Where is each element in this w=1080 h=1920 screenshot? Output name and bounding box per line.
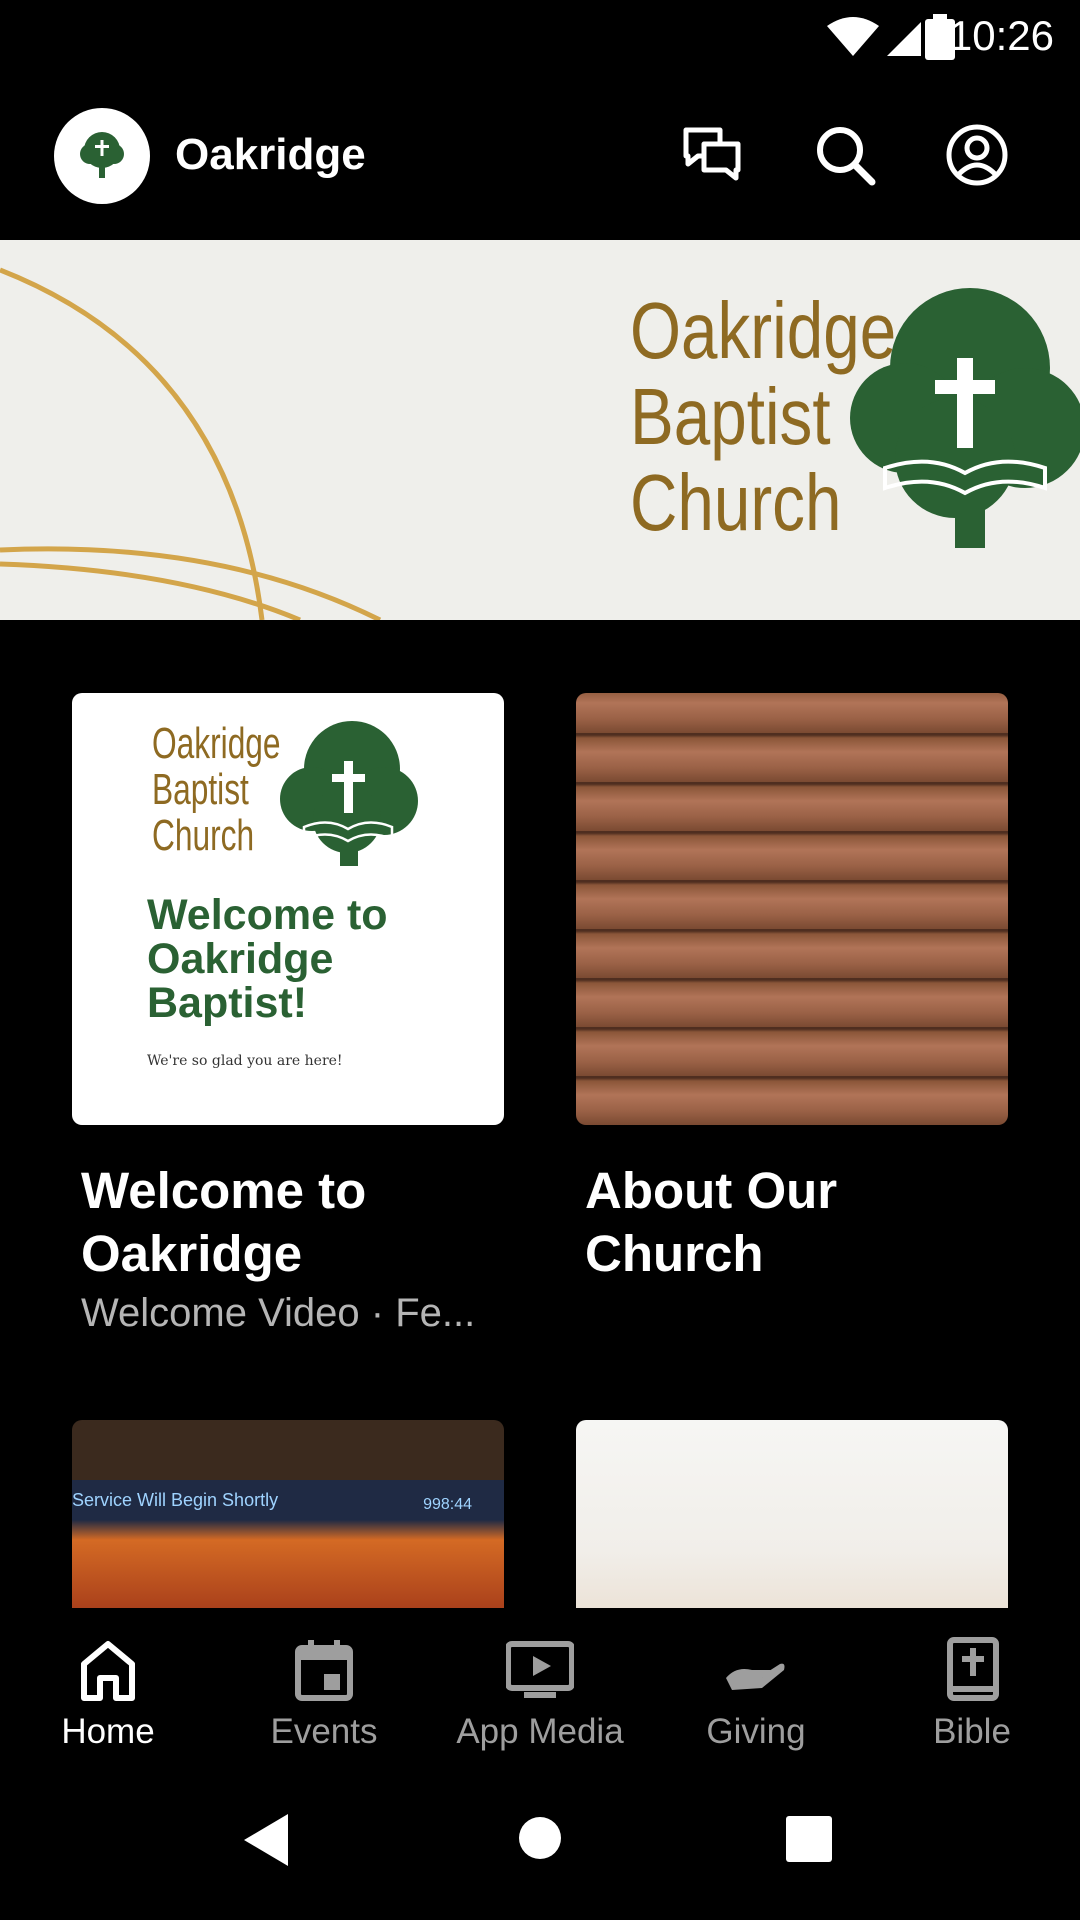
- home-icon: [81, 1641, 135, 1701]
- nav-label: Bible: [933, 1712, 1011, 1751]
- nav-giving[interactable]: Giving: [648, 1608, 864, 1760]
- calendar-icon: [295, 1640, 353, 1701]
- recents-icon[interactable]: [786, 1816, 832, 1862]
- account-icon[interactable]: [944, 122, 1010, 188]
- nav-label: Giving: [706, 1712, 806, 1751]
- card-welcome[interactable]: Oakridge Baptist Church Welcome to Oakri…: [72, 693, 504, 1336]
- banner-decoration: [0, 267, 382, 620]
- tree-cross-logo: [850, 288, 1080, 548]
- screen-counter: 998:44: [423, 1496, 472, 1513]
- card-about[interactable]: About Our Church: [576, 693, 1008, 1285]
- nav-home[interactable]: Home: [0, 1608, 216, 1760]
- wifi-icon: [827, 17, 879, 56]
- church-logo[interactable]: [54, 108, 150, 204]
- tree-logo-icon: [80, 132, 124, 178]
- tree-cross-logo: [280, 721, 418, 866]
- back-icon[interactable]: [244, 1814, 290, 1866]
- thumb-tagline: We're so glad you are here!: [147, 1053, 343, 1069]
- screen-text: Service Will Begin Shortly: [72, 1490, 279, 1510]
- nav-label: Events: [270, 1712, 378, 1751]
- media-icon: [506, 1641, 574, 1698]
- status-time: 10:26: [948, 12, 1054, 59]
- app-header: Oakridge: [0, 80, 1080, 240]
- nav-app-media[interactable]: App Media: [432, 1608, 648, 1760]
- nav-label: App Media: [456, 1712, 624, 1751]
- nav-label: Home: [61, 1712, 155, 1751]
- card-title: Welcome to Oakridge: [81, 1162, 367, 1282]
- wood-thumbnail: [576, 693, 1008, 1125]
- nav-bible[interactable]: Bible: [864, 1608, 1080, 1760]
- system-nav-bar: [0, 1760, 1080, 1920]
- status-bar: 10:26: [0, 0, 1080, 80]
- home-circle-icon[interactable]: [518, 1816, 562, 1860]
- search-icon[interactable]: [812, 122, 878, 188]
- signal-icon: [887, 22, 921, 56]
- status-icons: [825, 14, 935, 65]
- card-sky[interactable]: [576, 1420, 1008, 1608]
- giving-icon: [726, 1663, 785, 1690]
- bottom-nav: Home Events App Media Giving Bible: [0, 1608, 1080, 1760]
- nav-events[interactable]: Events: [216, 1608, 432, 1760]
- card-title: About Our Church: [585, 1162, 838, 1282]
- card-subtitle: Welcome Video · Fe...: [81, 1291, 476, 1335]
- card-livestream[interactable]: Service Will Begin Shortly 998:44: [72, 1420, 504, 1608]
- chat-icon[interactable]: [680, 122, 746, 188]
- bible-icon: [947, 1637, 999, 1701]
- app-title: Oakridge: [175, 130, 366, 179]
- thumb-brand-text: Oakridge Baptist Church: [152, 719, 281, 860]
- thumb-heading: Welcome to Oakridge Baptist!: [147, 891, 388, 1027]
- church-banner[interactable]: Oakridge Baptist Church: [0, 240, 1080, 620]
- welcome-thumbnail: Oakridge Baptist Church Welcome to Oakri…: [72, 693, 504, 1125]
